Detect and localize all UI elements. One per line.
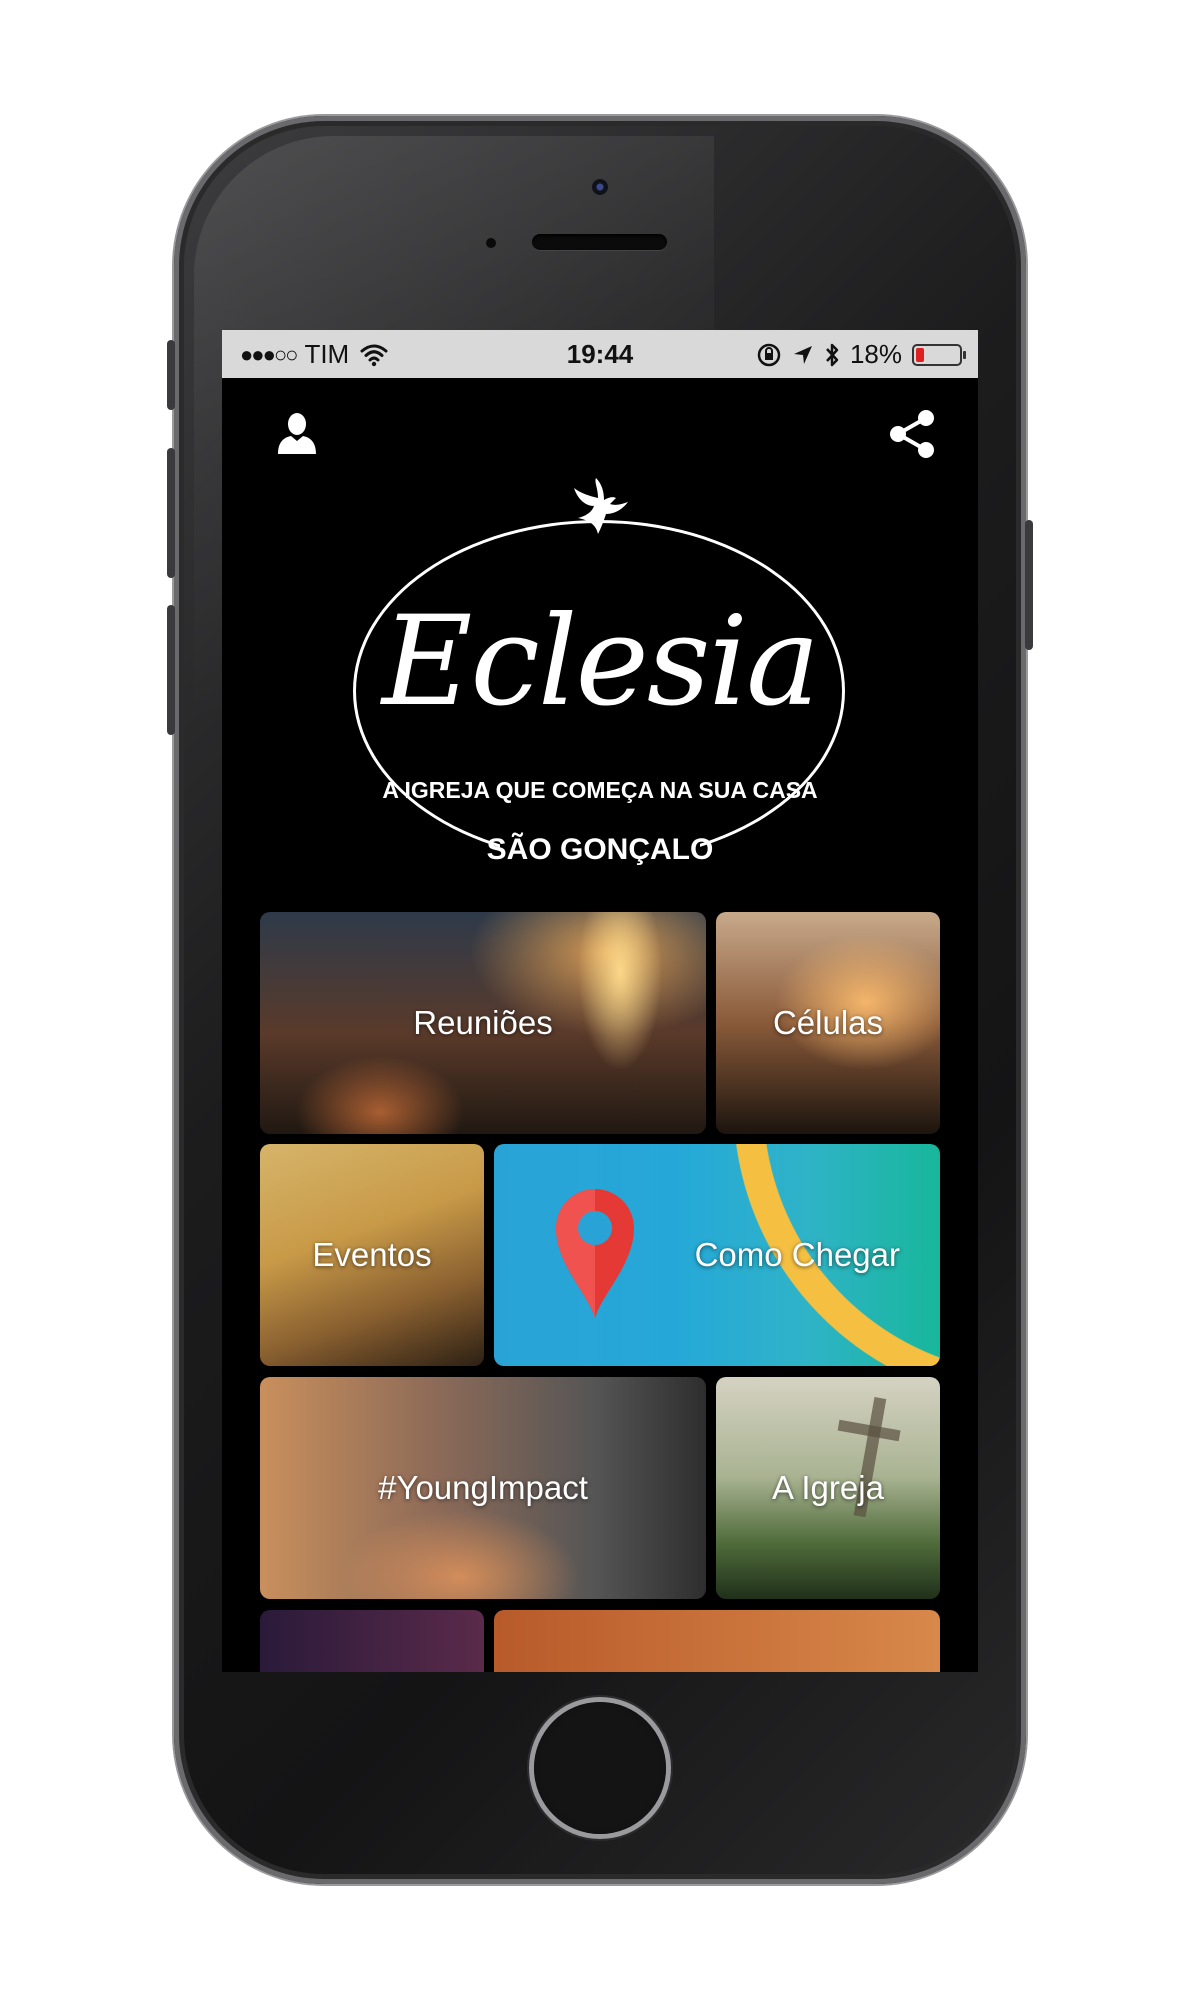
home-button[interactable] [534, 1702, 666, 1834]
tile-label: Como Chegar [694, 1236, 900, 1273]
tile-partial-left[interactable] [260, 1610, 484, 1672]
tile-label: Eventos [312, 1236, 432, 1273]
share-icon[interactable] [886, 408, 938, 460]
battery-level [916, 347, 924, 362]
volume-up-button [167, 448, 175, 578]
front-camera [592, 179, 608, 195]
tile-reunioes[interactable]: Reuniões [260, 912, 706, 1134]
tile-label: A Igreja [772, 1469, 884, 1506]
logo-city: SÃO GONÇALO [486, 833, 714, 866]
earpiece-speaker [532, 234, 667, 250]
tile-partial-right[interactable] [494, 1610, 940, 1672]
user-icon[interactable] [274, 410, 320, 456]
logo-name: Eclesia [381, 590, 820, 734]
tile-como-chegar[interactable]: Como Chegar [494, 1144, 940, 1366]
tile-young-impact[interactable]: #YoungImpact [260, 1377, 706, 1599]
rotation-lock-icon [757, 343, 781, 366]
map-pin-icon [556, 1189, 634, 1318]
dove-icon [574, 478, 628, 534]
tile-label: Reuniões [413, 1004, 553, 1041]
app-screen: ●●●○○ TIM 19:44 18% Eclesia A IGREJA QUE… [222, 330, 978, 1672]
tile-label: Células [772, 1004, 884, 1041]
volume-down-button [167, 605, 175, 735]
battery-percent: 18% [849, 339, 902, 369]
mute-switch [167, 340, 175, 410]
logo-tagline: A IGREJA QUE COMEÇA NA SUA CASA [382, 777, 818, 803]
tile-label: #YoungImpact [378, 1469, 588, 1506]
status-bar: ●●●○○ TIM 19:44 18% [222, 330, 978, 378]
location-arrow-icon [793, 345, 812, 364]
proximity-sensor [486, 238, 496, 248]
battery-icon [912, 343, 966, 366]
power-button [1025, 520, 1033, 650]
tile-eventos[interactable]: Eventos [260, 1144, 484, 1366]
bluetooth-icon [826, 343, 839, 366]
tile-a-igreja[interactable]: A Igreja [716, 1377, 940, 1599]
tile-celulas[interactable]: Células [716, 912, 940, 1134]
